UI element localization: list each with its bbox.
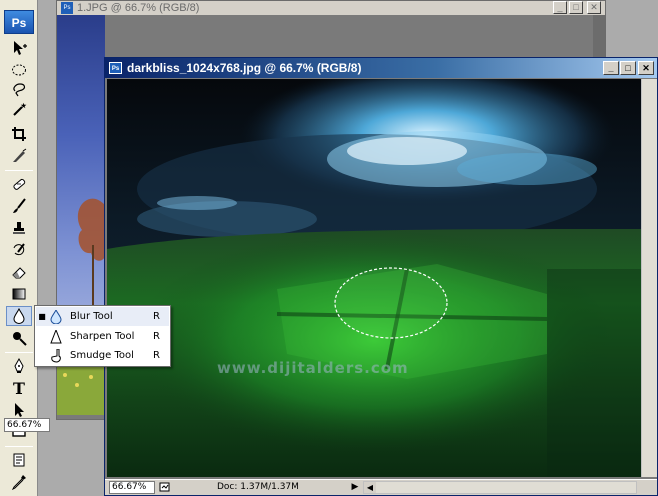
scroll-left-arrow-icon[interactable]: ◀: [364, 482, 376, 493]
toolbox-separator: [5, 170, 33, 171]
front-document-window[interactable]: Ps darkbliss_1024x768.jpg @ 66.7% (RGB/8…: [104, 57, 658, 496]
path-selection-icon[interactable]: [6, 400, 32, 420]
ps-document-icon: Ps: [109, 62, 122, 74]
toolbox-separator: [5, 446, 33, 447]
front-window-title: darkbliss_1024x768.jpg @ 66.7% (RGB/8): [127, 61, 362, 75]
photoshop-logo[interactable]: Ps: [4, 10, 34, 34]
darkbliss-image: www.dijitalders.com: [107, 79, 641, 477]
history-brush-icon[interactable]: [6, 240, 32, 260]
crop-tool-icon[interactable]: [6, 124, 32, 144]
eraser-tool-icon[interactable]: [6, 262, 32, 282]
vertical-scrollbar[interactable]: [641, 79, 657, 477]
back-maximize-button[interactable]: □: [569, 1, 583, 14]
toolbox-separator: [5, 352, 33, 353]
status-bar: 66.67% Doc: 1.37M/1.37M ▶ ◀: [105, 479, 657, 495]
smudge-finger-icon: [48, 348, 64, 363]
flyout-item-shortcut: R: [153, 331, 160, 342]
back-window-titlebar[interactable]: Ps 1.JPG @ 66.7% (RGB/8) _ □ ✕: [57, 1, 605, 15]
front-window-titlebar[interactable]: Ps darkbliss_1024x768.jpg @ 66.7% (RGB/8…: [105, 58, 657, 78]
front-close-button[interactable]: ✕: [638, 61, 654, 75]
move-tool-icon[interactable]: [6, 38, 32, 58]
flyout-item-label: Sharpen Tool: [70, 331, 135, 342]
elliptical-selection[interactable]: [334, 267, 448, 339]
dodge-tool-icon[interactable]: [6, 328, 32, 348]
flyout-item-sharpen-tool[interactable]: Sharpen Tool R: [36, 327, 169, 346]
type-tool-icon[interactable]: T: [6, 378, 32, 398]
front-maximize-button[interactable]: □: [620, 61, 636, 75]
document-size-info: Doc: 1.37M/1.37M: [217, 482, 299, 492]
flyout-item-blur-tool[interactable]: ■ Blur Tool R: [36, 307, 169, 326]
flyout-item-label: Blur Tool: [70, 311, 113, 322]
flyout-item-shortcut: R: [153, 311, 160, 322]
marquee-tool-icon[interactable]: [6, 60, 32, 80]
gradient-tool-icon[interactable]: [6, 284, 32, 304]
document-canvas[interactable]: www.dijitalders.com: [107, 79, 641, 477]
flyout-item-label: Smudge Tool: [70, 350, 134, 361]
notes-tool-icon[interactable]: [6, 450, 32, 470]
selected-bullet-icon: ■: [38, 312, 46, 321]
eyedropper-tool-icon[interactable]: [6, 472, 32, 492]
back-window-title: 1.JPG @ 66.7% (RGB/8): [77, 2, 200, 14]
front-minimize-button[interactable]: _: [603, 61, 619, 75]
zoom-field[interactable]: 66.67%: [109, 481, 155, 494]
healing-brush-icon[interactable]: [6, 174, 32, 194]
magic-wand-icon[interactable]: [6, 100, 32, 120]
status-info-icon[interactable]: [159, 482, 171, 493]
slice-tool-icon[interactable]: [6, 146, 32, 166]
pen-tool-icon[interactable]: [6, 356, 32, 376]
flyout-item-smudge-tool[interactable]: Smudge Tool R: [36, 346, 169, 365]
status-menu-arrow-icon[interactable]: ▶: [349, 481, 361, 494]
clone-stamp-icon[interactable]: [6, 218, 32, 238]
watermark-text: www.dijitalders.com: [217, 359, 409, 377]
ps-document-icon: Ps: [61, 2, 73, 14]
flyout-item-shortcut: R: [153, 350, 160, 361]
blur-tool-icon[interactable]: [6, 306, 32, 326]
sharpen-cone-icon: [48, 329, 64, 344]
brush-tool-icon[interactable]: [6, 196, 32, 216]
lasso-tool-icon[interactable]: [6, 80, 32, 100]
back-zoom-field[interactable]: 66.67%: [4, 418, 50, 432]
back-close-button[interactable]: ✕: [587, 1, 601, 14]
blur-tool-flyout-menu: ■ Blur Tool R Sharpen Tool R Smudge Tool…: [34, 305, 171, 367]
blur-drop-icon: [48, 309, 64, 324]
back-minimize-button[interactable]: _: [553, 1, 567, 14]
horizontal-scrollbar[interactable]: ◀: [363, 481, 637, 494]
